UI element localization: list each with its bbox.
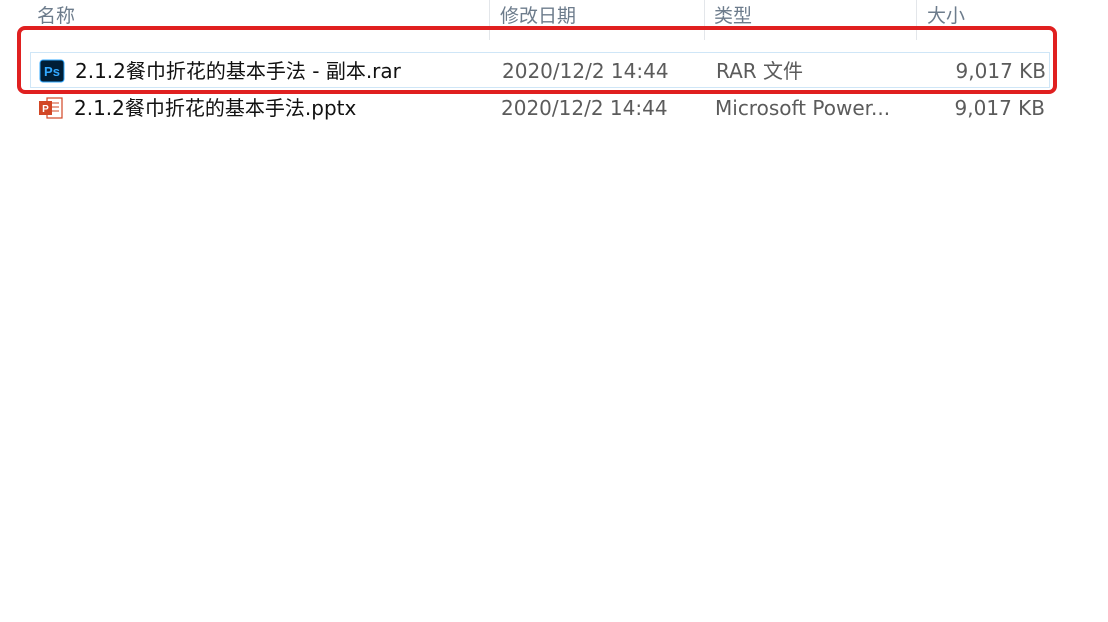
powerpoint-icon: P [38, 96, 64, 120]
file-type: RAR 文件 [716, 59, 804, 83]
column-header-date[interactable]: 修改日期 [492, 4, 704, 28]
column-header-date-label: 修改日期 [500, 5, 577, 27]
file-row[interactable]: P 2.1.2餐巾折花的基本手法.pptx 2020/12/2 14:44 Mi… [30, 90, 1050, 126]
svg-text:Ps: Ps [44, 64, 60, 79]
file-date: 2020/12/2 14:44 [501, 96, 668, 120]
column-header-name[interactable]: 名称 [29, 4, 489, 28]
column-divider[interactable] [916, 0, 917, 40]
column-header-size-label: 大小 [927, 5, 966, 27]
file-row[interactable]: Ps 2.1.2餐巾折花的基本手法 - 副本.rar 2020/12/2 14:… [30, 52, 1050, 88]
column-header-bar: 名称 修改日期 类型 大小 [0, 0, 1108, 40]
column-header-name-label: 名称 [37, 5, 76, 27]
file-size: 9,017 KB [955, 59, 1046, 83]
photoshop-icon: Ps [39, 59, 65, 83]
file-date: 2020/12/2 14:44 [502, 59, 669, 83]
column-header-type-label: 类型 [714, 5, 753, 27]
column-header-size[interactable]: 大小 [919, 4, 1049, 28]
svg-text:P: P [42, 104, 49, 115]
file-type: Microsoft Power... [715, 96, 891, 120]
file-name: 2.1.2餐巾折花的基本手法.pptx [74, 96, 357, 120]
column-header-type[interactable]: 类型 [706, 4, 916, 28]
column-divider[interactable] [489, 0, 490, 40]
column-divider[interactable] [704, 0, 705, 40]
file-size: 9,017 KB [954, 96, 1045, 120]
file-name: 2.1.2餐巾折花的基本手法 - 副本.rar [75, 59, 401, 83]
